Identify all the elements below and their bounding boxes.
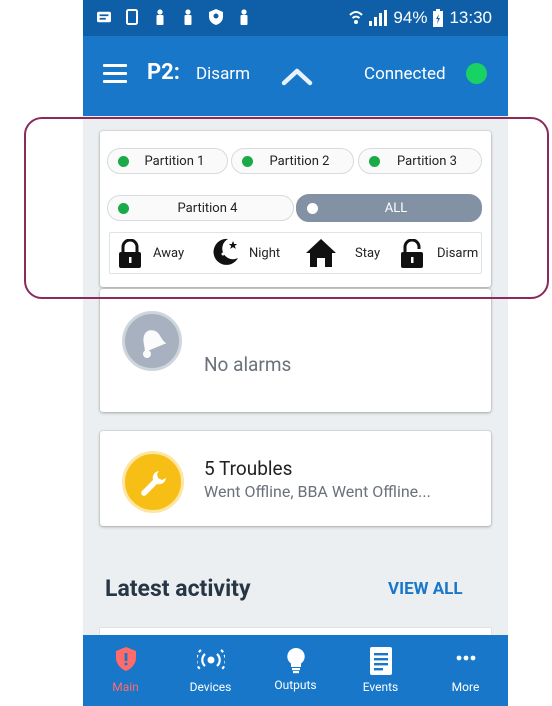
partition-1-toggle[interactable]: Partition 1 <box>107 148 228 174</box>
nav-events[interactable]: Events <box>338 635 423 706</box>
night-label: Night <box>249 246 281 261</box>
away-label: Away <box>153 246 185 261</box>
troubles-card[interactable]: 5 Troubles Went Offline, BBA Went Offlin… <box>100 431 491 526</box>
wrench-icon <box>141 471 166 496</box>
bottom-navigation: Main Devices Outputs Events More <box>83 635 508 706</box>
away-button[interactable]: Away <box>110 233 205 273</box>
screenshot-icon <box>126 9 138 25</box>
connection-indicator <box>466 63 487 84</box>
nav-outputs[interactable]: Outputs <box>253 635 338 706</box>
nav-more[interactable]: More <box>423 635 508 706</box>
battery-icon <box>433 9 444 27</box>
partition-label: Partition 4 <box>177 201 238 216</box>
signal-icon <box>369 10 388 26</box>
lock-icon <box>119 239 141 268</box>
trouble-count: 5 Troubles <box>204 457 293 480</box>
battery-percent: 94% <box>393 8 428 27</box>
status-bar: 94% 13:30 <box>83 0 508 36</box>
all-label: ALL <box>384 201 408 216</box>
document-icon <box>369 647 392 675</box>
unlock-icon <box>401 239 423 268</box>
message-icon <box>97 11 111 23</box>
arm-mode-bar: Away Night Stay Disarm <box>109 232 482 274</box>
disarm-label: Disarm <box>437 246 479 261</box>
disarm-button[interactable]: Disarm <box>392 233 483 273</box>
partition-id: P2: <box>147 60 180 85</box>
more-icon <box>456 655 475 661</box>
alarm-status-icon <box>122 311 182 371</box>
app-header: P2: Disarm Connected <box>83 36 508 116</box>
home-icon <box>306 239 336 267</box>
alarms-card[interactable]: No alarms <box>100 289 491 412</box>
shield-icon <box>115 647 136 671</box>
partition-label: Partition 1 <box>144 154 205 169</box>
nav-label: More <box>451 680 480 694</box>
nav-label: Main <box>112 680 139 694</box>
clock: 13:30 <box>449 8 492 27</box>
wifi-icon <box>349 11 364 24</box>
person-icon <box>156 9 164 25</box>
view-all-link[interactable]: VIEW ALL <box>388 579 463 599</box>
moon-icon <box>213 238 238 265</box>
trouble-summary: Went Offline, BBA Went Offline... <box>204 482 431 501</box>
stay-label: Stay <box>355 246 381 261</box>
nav-label: Outputs <box>274 678 317 692</box>
trouble-status-icon <box>122 451 184 513</box>
nav-label: Devices <box>189 680 232 694</box>
partition-state: Disarm <box>196 64 250 84</box>
shield-icon <box>209 9 223 25</box>
devices-icon <box>196 649 225 671</box>
nav-main[interactable]: Main <box>83 635 168 706</box>
partition-2-toggle[interactable]: Partition 2 <box>231 148 354 174</box>
connection-status: Connected <box>364 64 446 84</box>
nav-devices[interactable]: Devices <box>168 635 253 706</box>
person-icon <box>184 9 192 25</box>
stay-button[interactable]: Stay <box>300 233 392 273</box>
bulb-icon <box>286 647 305 674</box>
latest-activity-heading: Latest activity <box>105 575 251 602</box>
night-button[interactable]: Night <box>205 233 300 273</box>
partition-4-toggle[interactable]: Partition 4 <box>107 195 294 221</box>
partition-card: Partition 1 Partition 2 Partition 3 Part… <box>100 131 491 287</box>
chevron-up-icon[interactable] <box>281 66 313 86</box>
nav-label: Events <box>362 680 399 694</box>
alarm-status-text: No alarms <box>204 353 292 376</box>
menu-icon[interactable] <box>103 64 127 84</box>
person-icon <box>240 9 248 25</box>
partition-label: Partition 3 <box>397 154 457 169</box>
partition-label: Partition 2 <box>269 154 330 169</box>
phone-screen: 94% 13:30 P2: Disarm Connected Partition… <box>83 0 508 706</box>
all-partitions-toggle[interactable]: ALL <box>296 194 482 222</box>
bell-icon <box>143 330 167 358</box>
partition-3-toggle[interactable]: Partition 3 <box>358 148 482 174</box>
